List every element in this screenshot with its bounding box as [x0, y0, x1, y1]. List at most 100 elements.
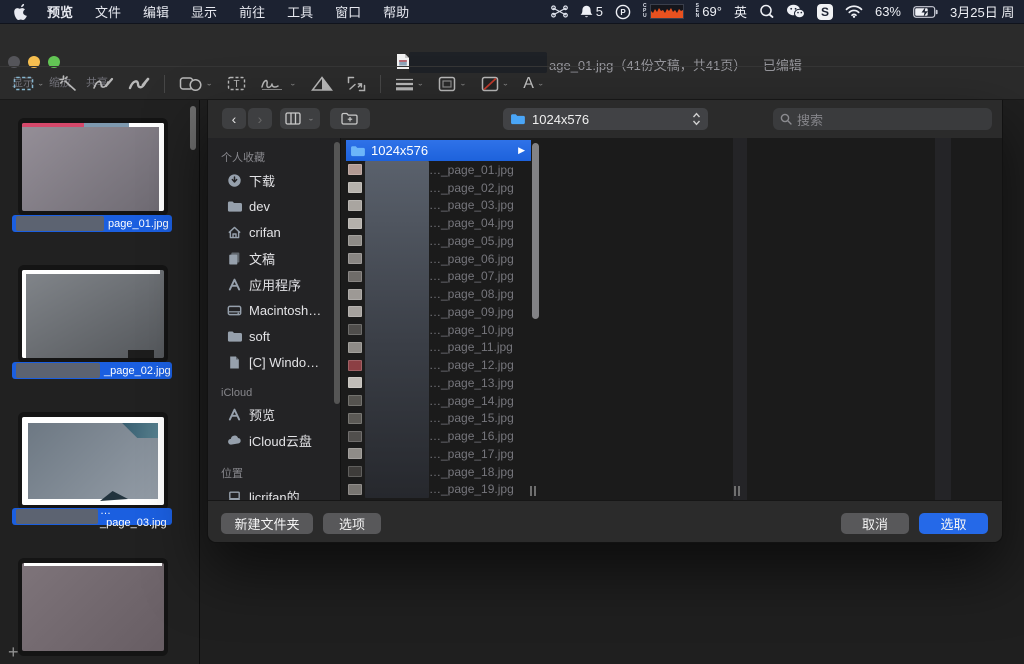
status-area: 5 P CPU SEN 69° 英 S 63% 3月25日 周: [550, 2, 1024, 21]
options-button[interactable]: 选项: [323, 513, 381, 534]
path-popup-button[interactable]: 1024x576: [503, 108, 708, 130]
magnifier-app-icon[interactable]: [759, 4, 774, 19]
menu-item[interactable]: 前往: [228, 2, 276, 21]
chevron-down-icon: ⌄: [307, 114, 315, 123]
text-style-button[interactable]: A ⌄: [516, 75, 551, 93]
sidebar-item-label: dev: [249, 198, 270, 214]
sidebar-item-icon: [227, 277, 242, 292]
chevron-down-icon: ⌄: [37, 79, 45, 88]
notification-bell-icon[interactable]: 5: [580, 4, 603, 19]
new-folder-toolbar-button[interactable]: [330, 108, 370, 129]
menu-item[interactable]: 窗口: [324, 2, 372, 21]
choose-button[interactable]: 选取: [919, 513, 988, 534]
screen: 预览 文件 编辑 显示 前往 工具 窗口 帮助 5 P CPU SEN 69° …: [0, 0, 1024, 664]
file-name: …_page_16.jpg: [429, 429, 514, 444]
column-separator: [733, 138, 747, 500]
apple-menu-icon[interactable]: [14, 3, 28, 20]
menu-list: 文件 编辑 显示 前往 工具 窗口 帮助: [84, 2, 420, 21]
updown-chevrons-icon: [692, 112, 701, 126]
menu-item[interactable]: 文件: [84, 2, 132, 21]
file-thumbnail: [348, 483, 362, 495]
app-menu[interactable]: 预览: [36, 2, 84, 21]
column-resize-handle[interactable]: [530, 486, 538, 496]
menu-item[interactable]: 显示: [180, 2, 228, 21]
sidebar-item[interactable]: licrifan的…: [208, 483, 340, 500]
file-name: …_page_02.jpg: [429, 180, 514, 195]
page-thumbnail-2[interactable]: [18, 265, 168, 363]
column-scrollbar[interactable]: [532, 143, 539, 319]
file-name: …_page_17.jpg: [429, 446, 514, 461]
sidebar-scrollbar[interactable]: [190, 106, 196, 150]
temperature-value: 69°: [702, 4, 722, 19]
forward-button[interactable]: ›: [248, 108, 272, 129]
selection-tool-button[interactable]: ⌄: [6, 76, 52, 91]
thumbnail-label-1[interactable]: page_01.jpg: [12, 215, 172, 232]
file-name: …_page_09.jpg: [429, 304, 514, 319]
sidebar-item[interactable]: crifan: [208, 219, 340, 245]
sidebar-item[interactable]: Macintosh…: [208, 297, 340, 323]
sidebar-item[interactable]: 预览: [208, 401, 340, 427]
wifi-icon[interactable]: [845, 5, 863, 18]
chevron-down-icon: ⌄: [416, 79, 425, 88]
column-resize-handle[interactable]: [734, 486, 742, 496]
icloud-list: 预览 iCloud云盘: [208, 401, 340, 453]
menu-item[interactable]: 帮助: [372, 2, 420, 21]
dialog-browser: 个人收藏 下载 dev crifan 文稿 应用程序 Macintosh… so…: [208, 138, 1002, 500]
page-thumbnail-1[interactable]: [18, 118, 168, 216]
file-thumbnail: [348, 235, 362, 247]
file-thumbnail: [348, 324, 362, 336]
back-button[interactable]: ‹: [222, 108, 246, 129]
path-popup-value: 1024x576: [532, 111, 590, 127]
file-name: …_page_10.jpg: [429, 322, 514, 337]
input-source-indicator[interactable]: 英: [734, 2, 747, 21]
drone-icon[interactable]: [550, 5, 568, 18]
add-page-button[interactable]: +: [8, 642, 19, 663]
new-folder-icon: [341, 112, 358, 125]
magic-wand-button[interactable]: [52, 75, 85, 92]
line-style-button[interactable]: ⌄: [388, 77, 432, 91]
temperature-sensor[interactable]: SEN 69°: [696, 4, 722, 20]
menubar-clock[interactable]: 3月25日 周: [950, 2, 1024, 21]
page-image-3: [22, 417, 164, 505]
circle-p-app-icon[interactable]: P: [615, 4, 631, 20]
wechat-icon[interactable]: [786, 4, 805, 19]
border-color-button[interactable]: ⌄: [431, 76, 474, 92]
file-name: …_page_15.jpg: [429, 411, 514, 426]
sidebar-item[interactable]: soft: [208, 323, 340, 349]
sidebar-item[interactable]: 应用程序: [208, 271, 340, 297]
adjust-size-button[interactable]: [340, 76, 373, 92]
selected-folder-row[interactable]: 1024x576 ▶: [346, 140, 531, 161]
cancel-button[interactable]: 取消: [841, 513, 909, 534]
svg-text:P: P: [620, 8, 626, 17]
fill-color-button[interactable]: ⌄: [474, 76, 517, 92]
thumbnail-label-2[interactable]: _page_02.jpg: [12, 362, 172, 379]
page-thumbnail-3[interactable]: [18, 412, 168, 510]
sidebar-item[interactable]: 文稿: [208, 245, 340, 271]
dialog-sidebar-scrollbar[interactable]: [334, 142, 340, 404]
search-input[interactable]: 搜索: [773, 108, 992, 130]
menu-item[interactable]: 编辑: [132, 2, 180, 21]
text-tool-button[interactable]: T: [220, 76, 253, 91]
file-thumbnail: [348, 164, 362, 176]
disclosure-arrow-icon: ▶: [518, 145, 525, 155]
shapes-tool-button[interactable]: ⌄: [172, 76, 221, 92]
s-app-icon[interactable]: S: [816, 3, 833, 20]
thumbnail-label-3[interactable]: …_page_03.jpg: [12, 505, 172, 529]
cpu-meter[interactable]: CPU: [643, 4, 684, 19]
page-thumbnail-4[interactable]: [18, 558, 168, 656]
adjust-color-button[interactable]: [304, 75, 340, 92]
sketch-tool-button[interactable]: [85, 76, 121, 91]
battery-charging-icon[interactable]: [913, 5, 938, 18]
sidebar-item[interactable]: iCloud云盘: [208, 427, 340, 453]
signature-tool-button[interactable]: ⌄: [253, 76, 304, 91]
selected-folder-name: 1024x576: [371, 143, 429, 158]
view-mode-button[interactable]: ⌄: [280, 108, 320, 129]
draw-tool-button[interactable]: [121, 76, 157, 91]
sidebar-item[interactable]: [C] Windo…: [208, 349, 340, 375]
sidebar-item[interactable]: 下载: [208, 167, 340, 193]
new-folder-button[interactable]: 新建文件夹: [221, 513, 313, 534]
file-thumbnail: [348, 306, 362, 318]
menu-item[interactable]: 工具: [276, 2, 324, 21]
menu-bar: 预览 文件 编辑 显示 前往 工具 窗口 帮助 5 P CPU SEN 69° …: [0, 0, 1024, 24]
sidebar-item[interactable]: dev: [208, 193, 340, 219]
